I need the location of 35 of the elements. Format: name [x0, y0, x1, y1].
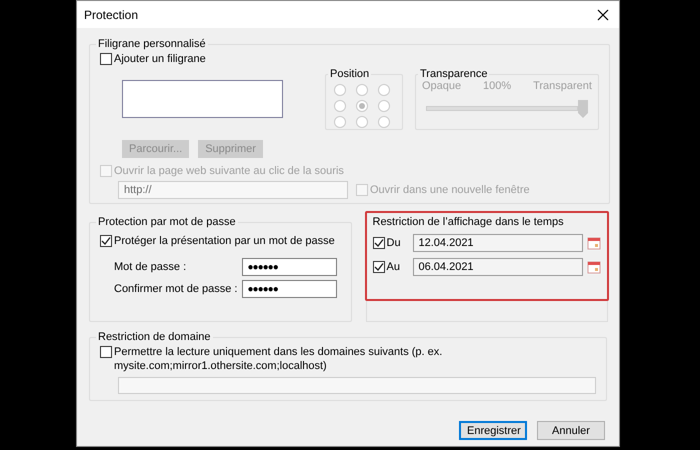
field-label: Confirmer mot de passe : [114, 283, 238, 295]
group-title: Position [329, 68, 370, 80]
percent-reading: 100% [483, 80, 512, 92]
checkbox-label: Ajouter un filigrane [114, 52, 206, 66]
date-field[interactable]: 06.04.2021 [412, 258, 582, 276]
checkbox-label: Du [386, 236, 401, 250]
checkbox[interactable] [100, 235, 112, 247]
group-title: Transparence [419, 68, 488, 80]
checkbox-label: Ouvrir dans une nouvelle fenêtre [370, 183, 530, 197]
date-field[interactable]: 12.04.2021 [412, 234, 582, 252]
calendar-icon[interactable] [586, 236, 600, 250]
password-field[interactable]: ●●●●●● [242, 258, 336, 276]
save-button[interactable]: Enregistrer [459, 421, 527, 440]
window-title: Protection [84, 8, 138, 22]
checkbox-label: Au [386, 260, 400, 274]
opaque-label: Opaque [422, 80, 462, 92]
domain-field[interactable] [118, 377, 596, 394]
calendar-icon[interactable] [586, 260, 600, 274]
close-icon[interactable] [597, 8, 609, 20]
password-field[interactable]: ●●●●●● [242, 280, 336, 298]
checkbox[interactable] [100, 346, 112, 358]
checkbox[interactable] [372, 261, 384, 273]
transparent-label: Transparent [533, 80, 592, 92]
checkbox-label: Protéger la présentation par un mot de passe [114, 234, 335, 248]
group-title: Filigrane personnalisé [97, 38, 207, 50]
checkbox[interactable] [372, 237, 384, 249]
watermark-text-area[interactable] [122, 80, 283, 118]
checkbox-label: Ouvrir la page web suivante au clic de la souris [114, 164, 344, 178]
group-title: Restriction de l’affichage dans le temps [372, 216, 565, 228]
checkbox-label: Permettre la lecture uniquement dans les domaines suivants (p. ex. mysite.com;mirror1.othersite.com;localhost) [114, 345, 444, 373]
cancel-button[interactable]: Annuler [537, 421, 605, 440]
group-title: Restriction de domaine [97, 331, 212, 343]
checkbox[interactable] [100, 53, 112, 65]
group-title: Protection par mot de passe [97, 216, 237, 228]
field-label: Mot de passe : [114, 261, 186, 273]
